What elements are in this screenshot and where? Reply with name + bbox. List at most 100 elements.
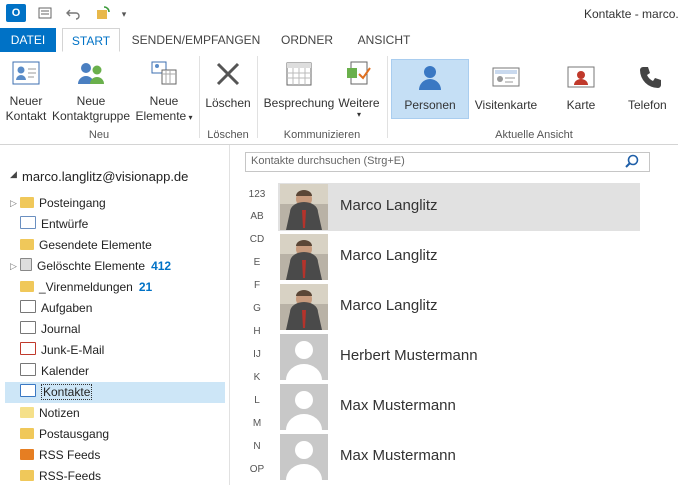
folder-label: Aufgaben	[41, 301, 93, 315]
undo-icon[interactable]	[64, 5, 82, 23]
folder-notizen[interactable]: Notizen	[20, 403, 80, 424]
index-letter-cd[interactable]: CD	[245, 234, 269, 245]
contact-card[interactable]: Marco Langlitz	[278, 233, 640, 281]
index-letter-n[interactable]: N	[245, 441, 269, 452]
search-placeholder: Kontakte durchsuchen (Strg+E)	[251, 155, 405, 167]
folder-kalender[interactable]: Kalender	[20, 361, 89, 382]
tab-senden-empfangen[interactable]: SENDEN/EMPFANGEN	[128, 28, 264, 52]
index-letter-e[interactable]: E	[245, 257, 269, 268]
unread-count: 21	[138, 280, 153, 294]
new-group-label-1: Neue	[76, 94, 106, 108]
index-letter-l[interactable]: L	[245, 395, 269, 406]
new-group-label-2: Kontaktgruppe	[51, 109, 131, 123]
view-people-button[interactable]: Personen	[392, 64, 468, 113]
calendar-meeting-icon	[262, 60, 336, 92]
refresh-icon[interactable]	[94, 5, 112, 23]
account-name[interactable]: marco.langlitz@visionapp.de	[22, 169, 188, 184]
contact-card[interactable]: Max Mustermann	[278, 433, 640, 481]
expand-account-icon[interactable]: ◢	[10, 169, 17, 180]
folder-label: _Virenmeldungen	[39, 280, 133, 294]
contact-name: Marco Langlitz	[340, 247, 438, 264]
pane-divider[interactable]	[229, 145, 230, 485]
index-letter-k[interactable]: K	[245, 372, 269, 383]
meeting-button[interactable]: Besprechung	[262, 60, 336, 111]
contact-placeholder-photo	[280, 334, 328, 380]
index-letter-f[interactable]: F	[245, 280, 269, 291]
view-people-label: Personen	[404, 98, 456, 112]
tab-ordner[interactable]: ORDNER	[272, 28, 342, 52]
folder-postausgang[interactable]: Postausgang	[20, 424, 109, 445]
folder-virenmeldungen[interactable]: _Virenmeldungen 21	[20, 277, 152, 298]
contact-card[interactable]: Herbert Mustermann	[278, 333, 640, 381]
more-button[interactable]: Weitere ▾	[336, 60, 382, 119]
index-letter-m[interactable]: M	[245, 418, 269, 429]
index-letter-h[interactable]: H	[245, 326, 269, 337]
dropdown-arrow-icon: ▾	[356, 110, 361, 119]
view-business-card-button[interactable]: Visitenkarte	[470, 64, 542, 113]
folder-label: Gesendete Elemente	[39, 238, 152, 252]
contact-name: Max Mustermann	[340, 447, 456, 464]
index-letter-op[interactable]: OP	[245, 464, 269, 475]
expand-posteingang-icon[interactable]: ▷	[10, 198, 17, 209]
send-receive-icon[interactable]	[36, 5, 54, 23]
trash-icon	[20, 258, 32, 271]
outbox-icon	[20, 428, 34, 439]
tab-ansicht[interactable]: ANSICHT	[350, 28, 418, 52]
folder-label: Notizen	[39, 406, 80, 420]
contacts-icon	[20, 384, 36, 397]
contact-card[interactable]: Max Mustermann	[278, 383, 640, 431]
telephone-icon	[638, 64, 678, 94]
view-phone-button[interactable]: Telefon	[628, 64, 678, 113]
new-contact-label-1: Neuer	[9, 94, 43, 108]
folder-label: Junk-E-Mail	[41, 343, 105, 357]
folder-gesendete-elemente[interactable]: Gesendete Elemente	[20, 235, 152, 256]
new-items-label-1: Neue	[149, 94, 179, 108]
delete-button[interactable]: Löschen	[202, 60, 254, 111]
folder-rss-feeds[interactable]: RSS Feeds	[20, 445, 100, 466]
index-letter-g[interactable]: G	[245, 303, 269, 314]
tab-start[interactable]: START	[62, 28, 120, 52]
contact-card[interactable]: Marco Langlitz	[278, 283, 640, 331]
contact-photo	[280, 184, 328, 230]
new-contact-group-button[interactable]: Neue Kontaktgruppe	[50, 60, 132, 124]
contact-photo	[280, 234, 328, 280]
folder-label: Kalender	[41, 364, 90, 378]
dropdown-arrow-icon: ▾	[186, 113, 193, 122]
contact-card[interactable]: Marco Langlitz	[278, 183, 640, 231]
drafts-icon	[20, 216, 36, 229]
folder-journal[interactable]: Journal	[20, 319, 80, 340]
index-letter-ab[interactable]: AB	[245, 211, 269, 222]
view-karte-button[interactable]: Karte	[548, 64, 614, 113]
customize-quick-access-icon[interactable]: ▾	[118, 5, 130, 23]
folder-aufgaben[interactable]: Aufgaben	[20, 298, 92, 319]
search-icon[interactable]	[624, 154, 640, 173]
view-card-label: Visitenkarte	[474, 98, 538, 112]
new-contact-button[interactable]: Neuer Kontakt	[2, 60, 50, 124]
folder-label: RSS Feeds	[39, 448, 101, 462]
folder-kontakte[interactable]: Kontakte	[20, 382, 93, 403]
inbox-icon	[20, 197, 34, 208]
tab-datei[interactable]: DATEI	[0, 28, 56, 52]
contact-name: Marco Langlitz	[340, 297, 438, 314]
new-items-button[interactable]: Neue Elemente ▾	[134, 60, 194, 125]
folder-junk-e-mail[interactable]: Junk-E-Mail	[20, 340, 104, 361]
index-letter-123[interactable]: 123	[245, 189, 269, 200]
expand-geloeschte-icon[interactable]: ▷	[10, 261, 17, 272]
outlook-app-icon[interactable]: O	[6, 4, 26, 22]
folder-icon	[20, 281, 34, 292]
folder-label: RSS-Feeds	[39, 469, 102, 483]
index-letter-ij[interactable]: IJ	[245, 349, 269, 360]
sent-items-icon	[20, 239, 34, 250]
tasks-icon	[20, 300, 36, 313]
delete-x-icon	[202, 60, 254, 92]
folder-entwuerfe[interactable]: Entwürfe	[20, 214, 88, 235]
new-items-label-2: Elemente	[135, 109, 187, 123]
folder-rss-feeds-2[interactable]: RSS-Feeds	[20, 466, 101, 487]
contact-name: Max Mustermann	[340, 397, 456, 414]
folder-posteingang[interactable]: Posteingang	[20, 193, 106, 214]
meeting-label: Besprechung	[263, 96, 335, 110]
folder-geloeschte-elemente[interactable]: Gelöschte Elemente 412	[20, 256, 171, 277]
contact-card-icon	[2, 60, 50, 90]
folder-label: Postausgang	[39, 427, 110, 441]
contact-name: Marco Langlitz	[340, 197, 438, 214]
